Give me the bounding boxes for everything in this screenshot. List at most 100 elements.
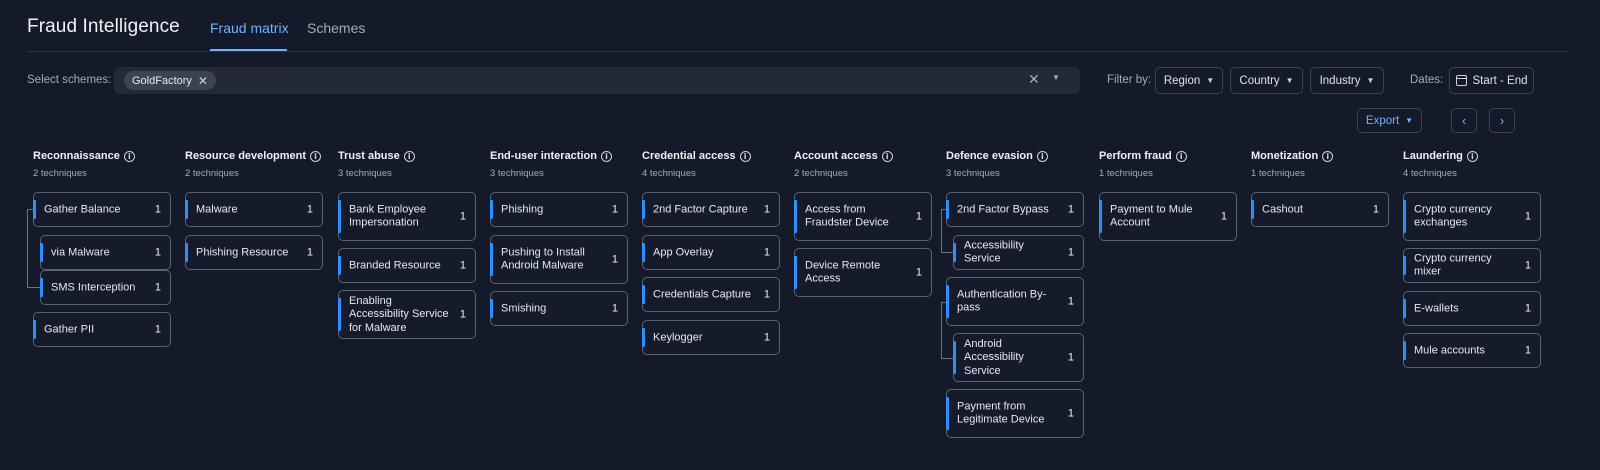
technique-card-gather-balance[interactable]: Gather Balance 1: [33, 192, 171, 227]
technique-card-accessibility-service[interactable]: Accessibility Service 1: [953, 235, 1084, 270]
column-resource-development: Resource development i 2 techniques: [185, 150, 325, 179]
card-accent: [40, 278, 43, 297]
technique-card-malware[interactable]: Malware 1: [185, 192, 323, 227]
column-header: Resource development i: [185, 150, 325, 162]
column-trust-abuse: Trust abuse i 3 techniques: [338, 150, 478, 179]
column-perform-fraud: Perform fraud i 1 techniques: [1099, 150, 1239, 179]
technique-count-value: 1: [306, 245, 313, 258]
technique-card-cashout[interactable]: Cashout 1: [1251, 192, 1389, 227]
technique-card-bank-employee-impersonation[interactable]: Bank Employee Impersonation 1: [338, 192, 476, 241]
technique-label: Android Accessibility Service: [964, 337, 1024, 377]
info-icon[interactable]: i: [1322, 150, 1334, 162]
card-accent: [338, 298, 341, 331]
column-header: End-user interaction i: [490, 150, 630, 162]
clear-selection-icon[interactable]: ✕: [1028, 71, 1040, 88]
technique-card-crypto-currency-exchanges[interactable]: Crypto currency exchanges 1: [1403, 192, 1541, 241]
chevron-down-icon[interactable]: ▼: [1052, 73, 1060, 82]
technique-card-keylogger[interactable]: Keylogger 1: [642, 320, 780, 355]
card-accent: [40, 243, 43, 262]
column-monetization: Monetization i 1 techniques: [1251, 150, 1391, 179]
technique-card-sms-interception[interactable]: SMS Interception 1: [40, 270, 171, 305]
technique-label: via Malware: [51, 245, 110, 258]
sub-technique-connector: [27, 209, 28, 287]
technique-card-2nd-factor-bypass[interactable]: 2nd Factor Bypass 1: [946, 192, 1084, 227]
info-icon[interactable]: i: [1175, 150, 1187, 162]
technique-count-value: 1: [763, 202, 770, 215]
technique-card-2nd-factor-capture[interactable]: 2nd Factor Capture 1: [642, 192, 780, 227]
technique-card-authentication-bypass[interactable]: Authentication By-pass 1: [946, 277, 1084, 326]
technique-card-enabling-accessibility-service[interactable]: Enabling Accessibility Service for Malwa…: [338, 290, 476, 339]
technique-label: Device Remote Access: [805, 259, 881, 285]
card-accent: [946, 285, 949, 318]
technique-count-value: 1: [306, 202, 313, 215]
technique-count-value: 1: [459, 307, 466, 320]
technique-card-credentials-capture[interactable]: Credentials Capture 1: [642, 277, 780, 312]
technique-count: 4 techniques: [642, 168, 696, 179]
column-header: Defence evasion i: [946, 150, 1086, 162]
technique-card-smishing[interactable]: Smishing 1: [490, 291, 628, 326]
technique-label: Keylogger: [653, 330, 703, 343]
column-title: Perform fraud: [1099, 150, 1172, 162]
card-accent: [1403, 200, 1406, 233]
card-accent: [946, 397, 949, 430]
next-button[interactable]: ›: [1489, 108, 1515, 133]
technique-card-phishing[interactable]: Phishing 1: [490, 192, 628, 227]
technique-card-crypto-currency-mixer[interactable]: Crypto currency mixer 1: [1403, 248, 1541, 283]
previous-button[interactable]: ‹: [1451, 108, 1477, 133]
info-icon[interactable]: i: [403, 150, 415, 162]
technique-card-payment-from-legitimate-device[interactable]: Payment from Legitimate Device 1: [946, 389, 1084, 438]
card-accent: [1403, 256, 1406, 275]
card-accent: [33, 320, 36, 339]
technique-label: Branded Resource: [349, 258, 441, 271]
technique-count-value: 1: [1524, 258, 1531, 271]
technique-label: App Overlay: [653, 245, 714, 258]
column-header: Perform fraud i: [1099, 150, 1239, 162]
technique-label: E-wallets: [1414, 301, 1459, 314]
card-accent: [1099, 200, 1102, 233]
technique-card-android-accessibility-service[interactable]: Android Accessibility Service 1: [953, 333, 1084, 382]
card-accent: [953, 341, 956, 374]
remove-chip-icon[interactable]: ✕: [198, 74, 208, 88]
info-icon[interactable]: i: [739, 150, 751, 162]
region-dropdown[interactable]: Region ▼: [1155, 67, 1223, 94]
technique-card-e-wallets[interactable]: E-wallets 1: [1403, 291, 1541, 326]
card-accent: [185, 200, 188, 219]
column-end-user-interaction: End-user interaction i 3 techniques: [490, 150, 630, 179]
technique-card-pushing-android-malware[interactable]: Pushing to Install Android Malware 1: [490, 235, 628, 284]
header-divider: [27, 51, 1568, 52]
technique-label: Cashout: [1262, 202, 1303, 215]
technique-card-access-from-fraudster-device[interactable]: Access from Fraudster Device 1: [794, 192, 932, 241]
technique-count-value: 1: [1067, 350, 1074, 363]
technique-card-device-remote-access[interactable]: Device Remote Access 1: [794, 248, 932, 297]
column-laundering: Laundering i 4 techniques: [1403, 150, 1543, 179]
info-icon[interactable]: i: [123, 150, 135, 162]
scheme-select[interactable]: GoldFactory ✕ ✕ ▼: [114, 67, 1080, 94]
technique-card-gather-pii[interactable]: Gather PII 1: [33, 312, 171, 347]
info-icon[interactable]: i: [1036, 150, 1048, 162]
card-accent: [490, 299, 493, 318]
info-icon[interactable]: i: [1466, 150, 1478, 162]
info-icon[interactable]: i: [881, 150, 893, 162]
technique-label: Credentials Capture: [653, 287, 751, 300]
card-accent: [946, 200, 949, 219]
card-accent: [642, 328, 645, 347]
technique-card-branded-resource[interactable]: Branded Resource 1: [338, 248, 476, 283]
export-button[interactable]: Export ▼: [1357, 108, 1422, 133]
info-icon[interactable]: i: [310, 150, 322, 162]
technique-card-mule-accounts[interactable]: Mule accounts 1: [1403, 333, 1541, 368]
column-reconnaissance: Reconnaissance i 2 techniques: [33, 150, 173, 179]
industry-dropdown[interactable]: Industry ▼: [1310, 67, 1384, 94]
technique-card-via-malware[interactable]: via Malware 1: [40, 235, 171, 270]
date-range-picker[interactable]: Start - End: [1449, 67, 1534, 94]
technique-card-phishing-resource[interactable]: Phishing Resource 1: [185, 235, 323, 270]
country-dropdown[interactable]: Country ▼: [1230, 67, 1303, 94]
tab-fraud-matrix[interactable]: Fraud matrix: [210, 20, 289, 36]
technique-card-payment-to-mule-account[interactable]: Payment to Mule Account 1: [1099, 192, 1237, 241]
technique-card-app-overlay[interactable]: App Overlay 1: [642, 235, 780, 270]
info-icon[interactable]: i: [600, 150, 612, 162]
tab-schemes[interactable]: Schemes: [307, 20, 365, 36]
technique-count: 2 techniques: [185, 168, 239, 179]
technique-label: Crypto currency exchanges: [1414, 203, 1492, 229]
dates-label: Dates:: [1410, 74, 1444, 86]
column-account-access: Account access i 2 techniques: [794, 150, 934, 179]
